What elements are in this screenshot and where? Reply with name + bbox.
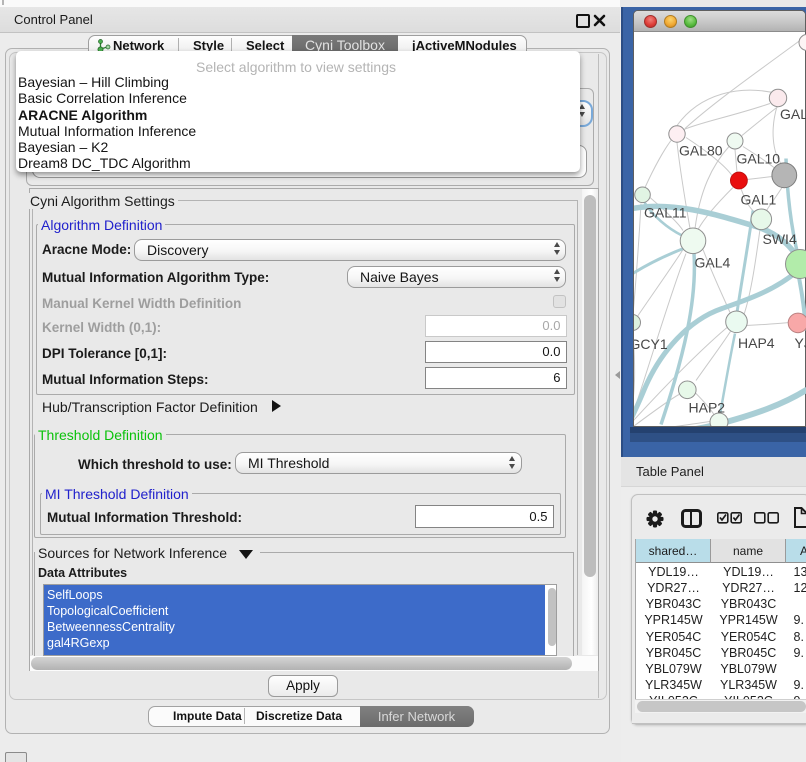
- svg-text:GAL10: GAL10: [737, 150, 781, 166]
- svg-text:HAP4: HAP4: [738, 335, 775, 351]
- svg-text:GAL80: GAL80: [679, 142, 723, 158]
- svg-text:YJL21: YJL21: [795, 335, 806, 351]
- svg-text:GAL4: GAL4: [695, 254, 731, 270]
- svg-text:GCY1: GCY1: [634, 336, 668, 352]
- svg-text:GAL2: GAL2: [780, 106, 806, 122]
- svg-text:GAL11: GAL11: [644, 204, 687, 220]
- svg-text:SWI4: SWI4: [763, 231, 797, 247]
- svg-text:HAP2: HAP2: [689, 399, 726, 415]
- svg-text:GAL1: GAL1: [741, 191, 777, 207]
